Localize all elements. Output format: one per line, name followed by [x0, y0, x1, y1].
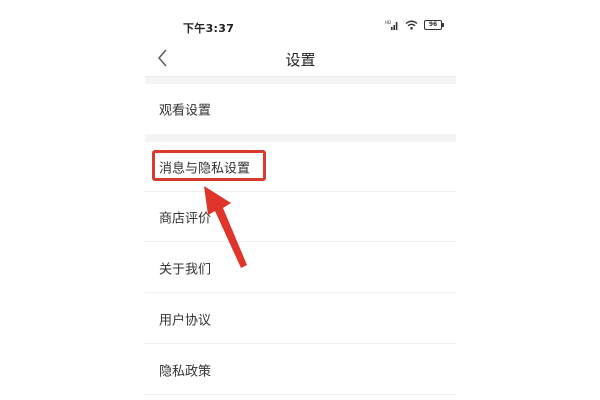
screenshot-stage: 下午3:37 HD 96 设置 观看设置 消息与隐私设置 商店评价 关于我们 用… — [0, 0, 600, 400]
section-gap — [145, 134, 456, 142]
setting-item-about-us[interactable]: 关于我们 — [145, 242, 456, 293]
setting-item-label: 商店评价 — [159, 211, 212, 227]
setting-item-privacy-policy[interactable]: 隐私政策 — [145, 344, 456, 395]
status-time: 下午3:37 — [183, 22, 235, 35]
phone-screen: 下午3:37 HD 96 设置 观看设置 消息与隐私设置 商店评价 关于我们 用… — [145, 0, 456, 400]
divider — [145, 394, 456, 395]
status-icons: HD 96 — [385, 20, 444, 30]
setting-item-user-agreement[interactable]: 用户协议 — [145, 293, 456, 344]
setting-item-label: 隐私政策 — [159, 364, 212, 379]
page-title: 设置 — [285, 51, 316, 69]
nav-header: 设置 — [145, 40, 456, 77]
setting-item-watch[interactable]: 观看设置 — [145, 84, 456, 134]
setting-item-label: 观看设置 — [159, 103, 212, 119]
signal-icon: HD — [385, 20, 398, 30]
highlight-box — [152, 150, 266, 181]
setting-item-store-review[interactable]: 商店评价 — [145, 192, 456, 242]
wifi-icon — [405, 20, 418, 30]
setting-item-label: 关于我们 — [159, 262, 212, 277]
setting-item-label: 用户协议 — [159, 313, 212, 328]
svg-text:HD: HD — [385, 20, 391, 25]
section-gap — [145, 77, 456, 84]
battery-icon: 96 — [424, 20, 444, 30]
status-bar: 下午3:37 HD 96 — [145, 0, 456, 40]
